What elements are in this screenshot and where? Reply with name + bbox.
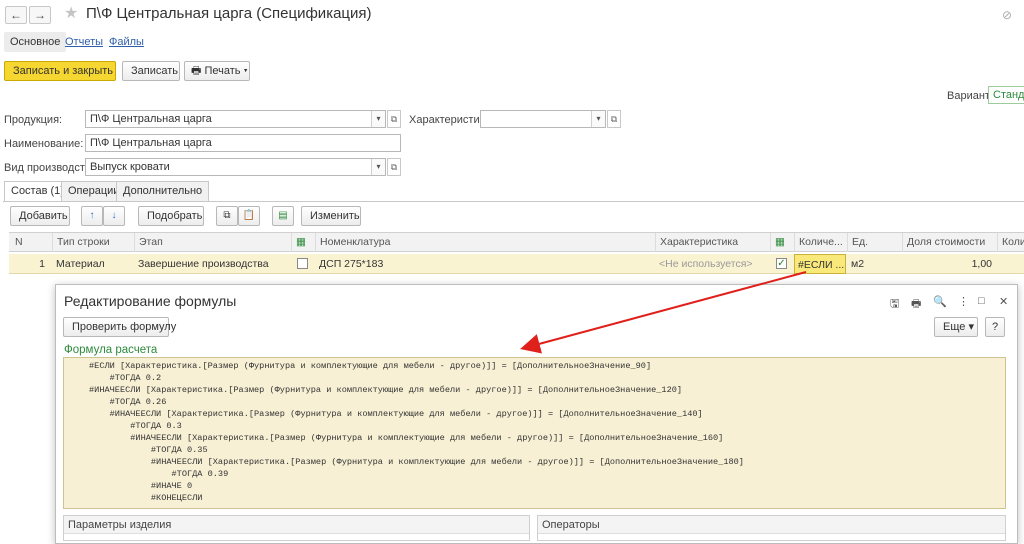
cell-stage: Завершение производства: [138, 258, 269, 270]
section-files[interactable]: Файлы: [109, 32, 144, 52]
close-icon[interactable]: ✕: [999, 295, 1008, 308]
more-button[interactable]: Еще ▾: [934, 317, 978, 337]
dropdown-icon[interactable]: ▾: [371, 159, 385, 175]
chevron-down-icon: ▾: [968, 321, 974, 333]
open-production-type-icon[interactable]: ⧉: [387, 158, 401, 176]
print-label: Печать: [204, 65, 241, 77]
name-label: Наименование:: [4, 138, 84, 150]
formula-title: Формула расчета: [64, 344, 158, 356]
formula-line: #ИНАЧЕЕСЛИ [Характеристика.[Размер (Фурн…: [89, 385, 683, 395]
move-down-icon[interactable]: ↓: [103, 206, 125, 226]
cell-unit: м2: [851, 258, 865, 270]
preview-icon[interactable]: 🔍: [933, 295, 947, 308]
tab-divider: [3, 201, 1024, 202]
table-header: N Тип строки Этап ▦ Номенклатура Характе…: [9, 232, 1024, 252]
column-quantity[interactable]: Количе...: [794, 233, 847, 252]
change-button[interactable]: Изменить: [301, 206, 361, 226]
dropdown-icon[interactable]: ▾: [591, 111, 605, 127]
formula-checkbox-checked[interactable]: ✓: [776, 258, 787, 269]
check-formula-button[interactable]: Проверить формулу: [63, 317, 176, 337]
cell-nomenclature: ДСП 275*183: [319, 258, 384, 270]
operators-panel: Операторы: [537, 515, 1006, 541]
column-row-type[interactable]: Тип строки: [52, 233, 134, 252]
product-params-header: Параметры изделия: [64, 516, 529, 534]
fill-icon[interactable]: ▤: [272, 206, 294, 226]
formula-line: #ТОГДА 0.39: [89, 469, 229, 479]
dropdown-icon[interactable]: ▾: [371, 111, 385, 127]
variant-field[interactable]: Станда: [988, 86, 1024, 104]
more-label: Еще: [943, 321, 966, 333]
product-params-panel: Параметры изделия: [63, 515, 530, 541]
formula-column-icon[interactable]: ▦: [291, 233, 315, 252]
cell-row-type: Материал: [56, 258, 105, 270]
formula-line: #ИНАЧЕЕСЛИ [Характеристика.[Размер (Фурн…: [89, 433, 724, 443]
open-product-icon[interactable]: ⧉: [387, 110, 401, 128]
column-cost-share[interactable]: Доля стоимости: [902, 233, 997, 252]
back-button[interactable]: ←: [5, 6, 27, 24]
tab-additional[interactable]: Дополнительно: [116, 181, 210, 201]
formula-line: #ИНАЧЕЕСЛИ [Характеристика.[Размер (Фурн…: [89, 457, 744, 467]
column-characteristic[interactable]: Характеристика: [655, 233, 770, 252]
formula-checkbox[interactable]: [297, 258, 308, 269]
window-title: П\Ф Центральная царга (Спецификация): [86, 5, 372, 22]
operators-header: Операторы: [538, 516, 1005, 534]
more-icon[interactable]: ⋮: [958, 295, 969, 308]
production-type-value: Выпуск кровати: [90, 161, 170, 173]
column-n[interactable]: N: [9, 233, 52, 252]
open-characteristic-icon[interactable]: ⧉: [607, 110, 621, 128]
formula-column-icon-2[interactable]: ▦: [770, 233, 794, 252]
section-reports[interactable]: Отчеты: [65, 32, 103, 52]
print-button[interactable]: 🖶 Печать ▾: [184, 61, 250, 81]
dialog-title: Редактирование формулы: [64, 293, 237, 309]
save-icon[interactable]: 🖫: [890, 295, 899, 314]
formula-line: #ЕСЛИ [Характеристика.[Размер (Фурнитура…: [89, 361, 652, 371]
print-icon[interactable]: 🖶: [911, 295, 921, 314]
formula-line: #ТОГДА 0.3: [89, 421, 182, 431]
formula-line: #ТОГДА 0.2: [89, 373, 162, 383]
cell-n: 1: [39, 258, 45, 270]
formula-editor-dialog: Редактирование формулы 🖫 🖶 🔍 ⋮ □ ✕ Прове…: [55, 284, 1018, 544]
cell-cost-share: 1,00: [971, 258, 992, 270]
save-button[interactable]: Записать: [122, 61, 180, 81]
name-field[interactable]: П\Ф Центральная царга: [85, 134, 401, 152]
product-value: П\Ф Центральная царга: [90, 113, 212, 125]
formula-line: #ИНАЧЕЕСЛИ [Характеристика.[Размер (Фурн…: [89, 409, 703, 419]
table-row[interactable]: 1 Материал Завершение производства ДСП 2…: [9, 254, 1024, 274]
column-quantity-2[interactable]: Коли: [997, 233, 1024, 252]
column-unit[interactable]: Ед.: [847, 233, 902, 252]
favorite-star-icon[interactable]: ★: [64, 3, 78, 23]
paste-icon[interactable]: 📋: [238, 206, 260, 226]
formula-line: #ТОГДА 0.35: [89, 445, 208, 455]
variant-label: Вариант:: [947, 90, 994, 102]
product-label: Продукция:: [4, 114, 63, 126]
product-field[interactable]: П\Ф Центральная царга ▾: [85, 110, 386, 128]
characteristic-field[interactable]: ▾: [480, 110, 606, 128]
formula-line: #КОНЕЦЕСЛИ: [89, 493, 203, 503]
printer-icon: 🖶: [191, 65, 202, 77]
forward-button[interactable]: →: [29, 6, 51, 24]
move-up-icon[interactable]: ↑: [81, 206, 103, 226]
formula-editor[interactable]: #ЕСЛИ [Характеристика.[Размер (Фурнитура…: [63, 357, 1006, 509]
save-and-close-button[interactable]: Записать и закрыть: [4, 61, 116, 81]
copy-icon[interactable]: ⧉: [216, 206, 238, 226]
column-stage[interactable]: Этап: [134, 233, 291, 252]
link-icon[interactable]: ⊘: [1002, 8, 1012, 22]
column-nomenclature[interactable]: Номенклатура: [315, 233, 655, 252]
formula-line: #ТОГДА 0.26: [89, 397, 167, 407]
formula-line: #ИНАЧЕ 0: [89, 481, 193, 491]
maximize-icon[interactable]: □: [978, 295, 985, 307]
cell-characteristic: <Не используется>: [659, 258, 753, 270]
pick-button[interactable]: Подобрать: [138, 206, 204, 226]
section-main[interactable]: Основное: [4, 32, 67, 52]
cell-quantity[interactable]: #ЕСЛИ ...: [794, 254, 846, 274]
add-row-button[interactable]: Добавить: [10, 206, 70, 226]
help-button[interactable]: ?: [985, 317, 1005, 337]
chevron-down-icon: ▾: [243, 65, 248, 77]
production-type-field[interactable]: Выпуск кровати ▾: [85, 158, 386, 176]
